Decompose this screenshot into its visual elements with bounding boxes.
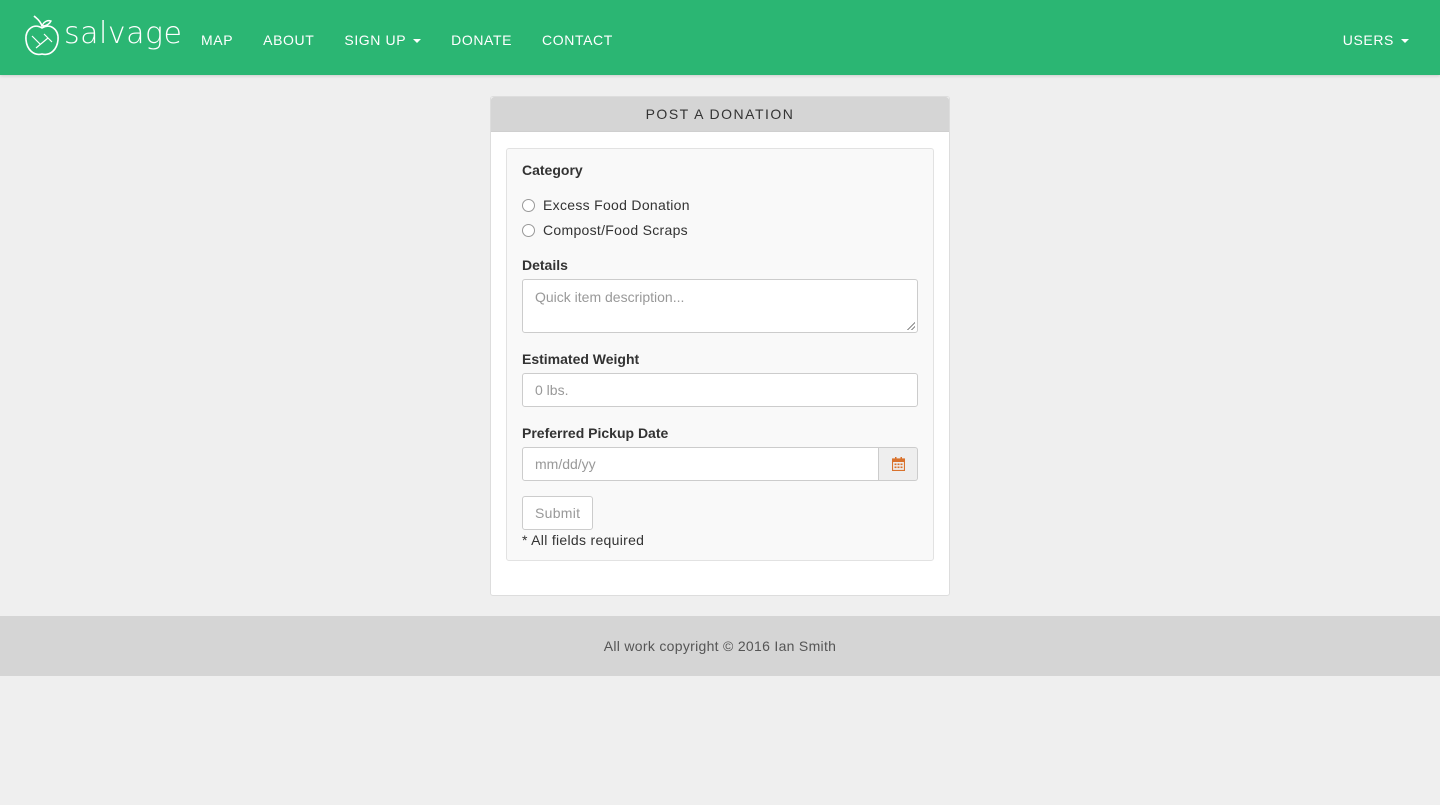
nav-link-map-label: MAP (201, 32, 234, 48)
nav-links: MAP ABOUT SIGN UP DONATE CONTACT (186, 0, 628, 80)
calendar-button[interactable] (879, 447, 918, 481)
nav-link-donate[interactable]: DONATE (436, 32, 527, 48)
nav-dropdown-sign-up[interactable]: SIGN UP (329, 32, 436, 48)
nav-link-map[interactable]: MAP (186, 32, 248, 48)
weight-input[interactable]: 0 lbs. (522, 373, 918, 407)
weight-label: Estimated Weight (522, 351, 640, 367)
nav-users-label: USERS (1342, 32, 1394, 48)
panel-title: POST A DONATION (491, 97, 949, 132)
pickup-date-input[interactable]: mm/dd/yy (522, 447, 879, 481)
nav-link-about-label: ABOUT (263, 32, 315, 48)
radio-button[interactable] (522, 198, 535, 212)
caret-down-icon (1401, 39, 1409, 43)
caret-down-icon (413, 39, 422, 43)
footer: All work copyright © 2016 Ian Smith (0, 616, 1440, 676)
brand-name: salvage (64, 16, 183, 51)
details-placeholder: Quick item description... (535, 289, 685, 305)
nav-link-donate-label: DONATE (451, 32, 513, 48)
copyright-text: All work copyright © 2016 Ian Smith (603, 638, 837, 654)
calendar-icon (891, 457, 905, 471)
details-label: Details (522, 257, 568, 273)
nav-link-sign-up-label: SIGN UP (344, 32, 407, 48)
weight-placeholder: 0 lbs. (535, 382, 569, 398)
resize-handle-icon[interactable] (907, 322, 915, 330)
pickup-date-label: Preferred Pickup Date (522, 425, 669, 441)
radio-compost[interactable]: Compost/Food Scraps (522, 222, 688, 238)
nav-link-contact[interactable]: CONTACT (527, 32, 628, 48)
radio-button[interactable] (522, 223, 535, 237)
nav-dropdown-users[interactable]: USERS (1328, 32, 1424, 48)
category-label: Category (522, 162, 583, 178)
radio-excess-food[interactable]: Excess Food Donation (522, 197, 690, 213)
details-textarea[interactable]: Quick item description... (522, 279, 918, 333)
navbar: salvage MAP ABOUT SIGN UP DONATE CONTACT… (0, 0, 1440, 75)
nav-right: USERS (1328, 0, 1424, 80)
nav-link-contact-label: CONTACT (542, 32, 613, 48)
radio-compost-label: Compost/Food Scraps (543, 222, 688, 238)
required-note: * All fields required (522, 532, 645, 548)
apple-logo-icon (25, 15, 59, 56)
brand-logo-link[interactable]: salvage (24, 14, 182, 58)
donation-form: Category Excess Food Donation Compost/Fo… (506, 148, 934, 561)
pickup-date-group: mm/dd/yy (522, 447, 918, 481)
submit-button[interactable]: Submit (522, 496, 594, 530)
pickup-date-placeholder: mm/dd/yy (535, 456, 596, 472)
nav-link-about[interactable]: ABOUT (248, 32, 329, 48)
donation-panel: POST A DONATION Category Excess Food Don… (490, 96, 950, 596)
radio-excess-food-label: Excess Food Donation (543, 197, 690, 213)
